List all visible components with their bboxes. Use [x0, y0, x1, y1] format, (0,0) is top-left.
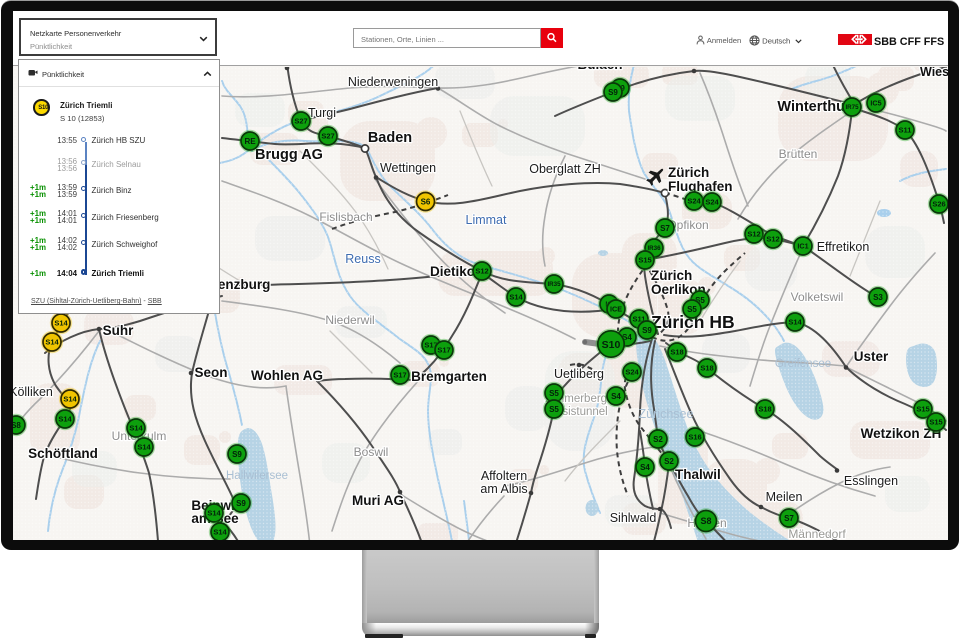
svg-text:S12: S12	[747, 229, 760, 238]
svg-text:S15: S15	[929, 417, 942, 426]
svg-text:S10: S10	[602, 338, 621, 350]
svg-text:Niederwil: Niederwil	[325, 313, 374, 327]
svg-text:S14: S14	[63, 394, 77, 403]
svg-text:Volketswil: Volketswil	[791, 290, 844, 304]
svg-text:Wohlen AG: Wohlen AG	[251, 368, 323, 383]
svg-text:S14: S14	[207, 508, 221, 517]
svg-text:S15: S15	[916, 404, 929, 413]
svg-text:Affoltern: Affoltern	[481, 469, 527, 483]
svg-text:S14: S14	[509, 292, 523, 301]
svg-text:S15: S15	[638, 255, 651, 264]
svg-text:IR75: IR75	[845, 104, 859, 111]
svg-text:S24: S24	[625, 367, 639, 376]
svg-text:S11: S11	[899, 125, 912, 134]
svg-text:Winterthur: Winterthur	[777, 99, 851, 115]
svg-text:S17: S17	[437, 345, 450, 354]
svg-text:Turgi: Turgi	[308, 106, 336, 120]
svg-text:S24: S24	[687, 196, 701, 205]
svg-text:S2: S2	[653, 434, 663, 443]
svg-text:S26: S26	[932, 199, 945, 208]
svg-text:Bremgarten: Bremgarten	[411, 369, 487, 384]
svg-text:S14: S14	[137, 442, 151, 451]
svg-text:S17: S17	[393, 370, 406, 379]
svg-text:S5: S5	[549, 388, 559, 397]
svg-text:Esslingen: Esslingen	[844, 474, 898, 488]
svg-text:Boswil: Boswil	[354, 445, 389, 459]
svg-text:Reuss: Reuss	[345, 252, 380, 266]
svg-text:IC1: IC1	[797, 241, 808, 250]
svg-text:S7: S7	[660, 223, 670, 232]
svg-text:ICE: ICE	[610, 304, 622, 313]
svg-text:S18: S18	[700, 363, 713, 372]
svg-text:Muri AG: Muri AG	[352, 493, 404, 508]
svg-text:S27: S27	[294, 116, 307, 125]
svg-text:Wettingen: Wettingen	[380, 161, 436, 175]
svg-text:S18: S18	[670, 347, 683, 356]
svg-text:S14: S14	[45, 337, 59, 346]
svg-text:S8: S8	[13, 420, 21, 429]
svg-text:S27: S27	[321, 131, 334, 140]
svg-text:S14: S14	[54, 318, 68, 327]
svg-text:Brütten: Brütten	[779, 147, 818, 161]
svg-text:S9: S9	[236, 498, 246, 507]
svg-text:Effretikon: Effretikon	[817, 240, 870, 254]
svg-text:Uetliberg: Uetliberg	[554, 367, 604, 381]
svg-text:Limmat: Limmat	[466, 213, 508, 227]
svg-text:S14: S14	[58, 414, 72, 423]
svg-text:Niederweningen: Niederweningen	[348, 75, 438, 89]
svg-text:S9: S9	[608, 87, 618, 96]
svg-text:S7: S7	[784, 513, 794, 522]
svg-text:Baden: Baden	[368, 130, 412, 146]
svg-text:Oberglatt ZH: Oberglatt ZH	[529, 162, 601, 176]
svg-text:S4: S4	[611, 391, 621, 400]
svg-text:Greifensee: Greifensee	[775, 358, 831, 370]
svg-text:S14: S14	[213, 527, 227, 536]
svg-text:Sihlwald: Sihlwald	[610, 511, 657, 525]
svg-text:Uster: Uster	[854, 349, 889, 364]
svg-text:Brugg AG: Brugg AG	[255, 147, 323, 163]
svg-text:S12: S12	[475, 266, 488, 275]
svg-text:S16: S16	[688, 432, 701, 441]
svg-text:S5: S5	[549, 404, 559, 413]
svg-text:IC5: IC5	[870, 98, 881, 107]
svg-text:S8: S8	[700, 516, 711, 526]
svg-text:S14: S14	[129, 423, 143, 432]
svg-text:IR35: IR35	[547, 281, 561, 288]
svg-text:S18: S18	[758, 404, 771, 413]
svg-text:Seon: Seon	[194, 365, 227, 380]
svg-text:am Albis: am Albis	[480, 482, 527, 496]
svg-text:Thalwil: Thalwil	[675, 467, 721, 482]
svg-text:Zürichsee: Zürichsee	[639, 407, 694, 421]
svg-text:Suhr: Suhr	[103, 323, 134, 338]
svg-text:S9: S9	[232, 449, 242, 458]
svg-text:S12: S12	[766, 234, 779, 243]
svg-text:S9: S9	[642, 325, 652, 334]
svg-text:S4: S4	[640, 462, 650, 471]
svg-text:Wiesendangen: Wiesendangen	[920, 67, 948, 79]
svg-text:Zürich: Zürich	[668, 165, 709, 180]
svg-text:Zürich: Zürich	[651, 268, 692, 283]
svg-text:S14: S14	[788, 317, 802, 326]
svg-text:Schöftland: Schöftland	[28, 446, 98, 461]
svg-text:Männedorf: Männedorf	[788, 527, 846, 541]
svg-text:S3: S3	[873, 292, 883, 301]
svg-text:RE: RE	[244, 136, 256, 145]
svg-text:S2: S2	[664, 456, 674, 465]
svg-text:S5: S5	[687, 304, 697, 313]
svg-text:Meilen: Meilen	[766, 490, 803, 504]
svg-text:Bülach: Bülach	[577, 67, 622, 72]
svg-text:Fislisbach: Fislisbach	[319, 210, 372, 224]
svg-text:S6: S6	[421, 197, 431, 206]
svg-text:Kölliken: Kölliken	[13, 385, 53, 399]
svg-text:Hallwilersee: Hallwilersee	[226, 470, 288, 482]
svg-text:S24: S24	[705, 197, 719, 206]
